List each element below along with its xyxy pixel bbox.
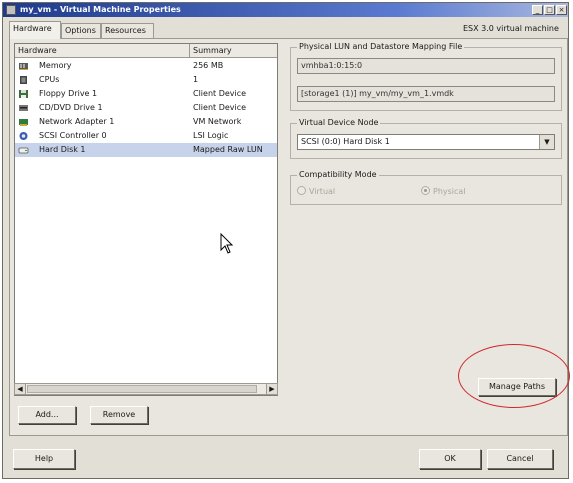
hardware-row-network-adapter[interactable]: Network Adapter 1 VM Network xyxy=(15,115,277,129)
scrollbar-thumb[interactable] xyxy=(27,385,257,393)
window-icon xyxy=(6,5,16,15)
add-hardware-button[interactable]: Add... xyxy=(18,406,76,424)
hardware-summary: Mapped Raw LUN xyxy=(193,145,263,154)
scroll-right-arrow-icon[interactable]: ▶ xyxy=(266,384,277,394)
tab-options[interactable]: Options xyxy=(61,23,101,38)
lun-mapping-label: Physical LUN and Datastore Mapping File xyxy=(297,42,465,51)
cancel-button[interactable]: Cancel xyxy=(487,449,553,469)
physical-lun-field[interactable]: vmhba1:0:15:0 xyxy=(297,58,555,74)
hardware-row-scsi-controller[interactable]: SCSI Controller 0 LSI Logic xyxy=(15,129,277,143)
maximize-button[interactable]: □ xyxy=(544,5,555,15)
scroll-left-arrow-icon[interactable]: ◀ xyxy=(15,384,26,394)
hardware-summary: Client Device xyxy=(193,103,247,112)
virtual-device-node-label: Virtual Device Node xyxy=(297,118,381,127)
network-adapter-icon xyxy=(19,119,28,126)
hardware-tab-panel: Hardware Summary Memory 256 MB CPUs 1 Fl… xyxy=(9,38,568,436)
column-separator[interactable] xyxy=(189,44,190,57)
close-button[interactable]: × xyxy=(556,5,567,15)
hardware-name: Hard Disk 1 xyxy=(39,145,86,154)
compatibility-mode-label: Compatibility Mode xyxy=(297,170,379,179)
virtual-device-node-select[interactable]: SCSI (0:0) Hard Disk 1 ▼ xyxy=(297,134,555,150)
manage-paths-button[interactable]: Manage Paths xyxy=(478,378,556,396)
virtual-device-node-group: Virtual Device Node SCSI (0:0) Hard Disk… xyxy=(290,118,562,159)
vm-properties-window: my_vm - Virtual Machine Properties _ □ ×… xyxy=(2,2,569,479)
hardware-summary: LSI Logic xyxy=(193,131,229,140)
hardware-row-floppy-drive[interactable]: Floppy Drive 1 Client Device xyxy=(15,87,277,101)
column-header-summary[interactable]: Summary xyxy=(193,46,232,55)
window-title: my_vm - Virtual Machine Properties xyxy=(20,5,181,14)
title-bar[interactable]: my_vm - Virtual Machine Properties _ □ × xyxy=(3,3,568,17)
hardware-row-cpus[interactable]: CPUs 1 xyxy=(15,73,277,87)
column-header-hardware[interactable]: Hardware xyxy=(18,46,57,55)
radio-virtual[interactable]: Virtual xyxy=(297,186,335,196)
hardware-name: CPUs xyxy=(39,75,60,84)
floppy-icon xyxy=(19,90,28,98)
hardware-name: Network Adapter 1 xyxy=(39,117,115,126)
hardware-summary: 256 MB xyxy=(193,61,224,70)
hardware-list-horizontal-scrollbar[interactable]: ◀ ▶ xyxy=(14,383,278,395)
virtual-device-node-value: SCSI (0:0) Hard Disk 1 xyxy=(301,137,390,146)
hardware-row-hard-disk[interactable]: Hard Disk 1 Mapped Raw LUN xyxy=(15,143,277,157)
radio-virtual-label: Virtual xyxy=(309,187,336,196)
mouse-cursor-icon xyxy=(220,233,234,254)
scsi-controller-icon xyxy=(19,132,28,140)
hardware-list-header: Hardware Summary xyxy=(15,44,277,58)
hardware-row-memory[interactable]: Memory 256 MB xyxy=(15,59,277,73)
host-version-label: ESX 3.0 virtual machine xyxy=(463,24,559,33)
hardware-name: Floppy Drive 1 xyxy=(39,89,98,98)
hardware-summary: Client Device xyxy=(193,89,247,98)
hardware-name: CD/DVD Drive 1 xyxy=(39,103,103,112)
hardware-list[interactable]: Hardware Summary Memory 256 MB CPUs 1 Fl… xyxy=(14,43,278,396)
radio-physical-label: Physical xyxy=(433,187,466,196)
radio-physical[interactable]: Physical xyxy=(421,186,466,196)
radio-physical-indicator[interactable] xyxy=(421,186,430,195)
hardware-summary: 1 xyxy=(193,75,199,84)
hardware-summary: VM Network xyxy=(193,117,242,126)
hardware-name: Memory xyxy=(39,61,72,70)
lun-mapping-group: Physical LUN and Datastore Mapping File … xyxy=(290,42,562,111)
mapping-file-field[interactable]: [storage1 (1)] my_vm/my_vm_1.vmdk xyxy=(297,86,555,102)
remove-hardware-button[interactable]: Remove xyxy=(90,406,148,424)
minimize-button[interactable]: _ xyxy=(532,5,543,15)
hard-disk-icon xyxy=(18,147,29,154)
cpu-icon xyxy=(20,76,27,84)
chevron-down-icon[interactable]: ▼ xyxy=(539,135,554,149)
compatibility-mode-group: Compatibility Mode Virtual Physical xyxy=(290,170,562,205)
tab-resources[interactable]: Resources xyxy=(101,23,154,38)
cdrom-icon xyxy=(19,105,28,111)
tab-hardware[interactable]: Hardware xyxy=(9,21,61,39)
hardware-row-cdrom-drive[interactable]: CD/DVD Drive 1 Client Device xyxy=(15,101,277,115)
help-button[interactable]: Help xyxy=(13,449,75,469)
ok-button[interactable]: OK xyxy=(419,449,481,469)
hardware-name: SCSI Controller 0 xyxy=(39,131,107,140)
radio-virtual-indicator[interactable] xyxy=(297,186,306,195)
memory-icon xyxy=(19,63,28,70)
